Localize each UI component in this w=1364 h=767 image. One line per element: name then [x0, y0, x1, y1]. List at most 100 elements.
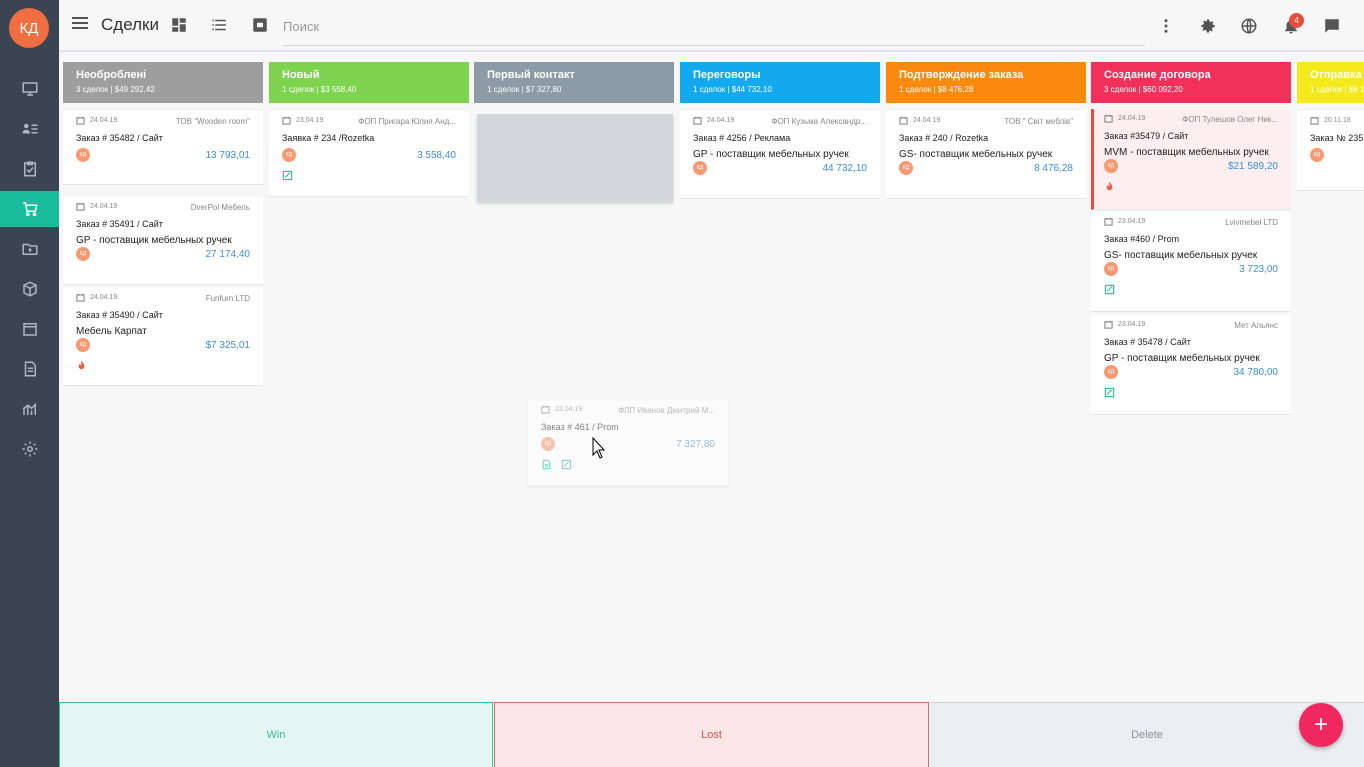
deal-name: Заказ #460 / Prom: [1104, 234, 1180, 244]
deal-date: 24.04.19: [90, 203, 118, 210]
page-title: Сделки: [101, 15, 159, 34]
avatar: КД: [282, 148, 296, 162]
search-bar: [283, 12, 1145, 46]
deal-name: Заказ # 4256 / Реклама: [693, 133, 791, 143]
task-check-icon: [282, 170, 293, 181]
drop-zone-delete[interactable]: Delete: [930, 702, 1364, 767]
column-title: Подтверждение заказа: [899, 69, 1024, 81]
deal-card[interactable]: 24.04.19 ТОВ " Світ меблів" Заказ # 240 …: [886, 111, 1086, 199]
deal-company: ФОП Пригара Юлия Анд...: [358, 117, 456, 126]
column-summary: 1 сделок | $8 476,28: [899, 85, 974, 94]
add-deal-button[interactable]: +: [1299, 703, 1343, 747]
column-title: Переговоры: [693, 69, 761, 81]
deal-date: 23.04.19: [555, 406, 583, 413]
deal-amount: $21 589,20: [1227, 161, 1278, 172]
deal-amount: 3 558,40: [417, 150, 456, 161]
deal-card[interactable]: 23.04.19 Lvivmebel LTD Заказ #460 / Prom…: [1091, 212, 1291, 312]
calendar-icon: [282, 116, 291, 125]
column-title: Отправка: [1310, 69, 1362, 81]
calendar-icon: [1104, 114, 1113, 123]
kanban-view-icon[interactable]: [170, 16, 188, 34]
chart-icon[interactable]: [0, 391, 59, 427]
avatar: КД: [76, 148, 90, 162]
top-bar: Сделки 4: [59, 0, 1364, 52]
column-header-new[interactable]: Новый 1 сделок | $3 558,40: [269, 62, 469, 103]
calendar-icon: [1310, 116, 1319, 125]
archive-icon[interactable]: [251, 16, 269, 34]
deal-card[interactable]: 23.04.19 Мет Альянс Заказ # 35478 / Сайт…: [1091, 315, 1291, 415]
deal-name: Заказ # 35491 / Сайт: [76, 219, 163, 229]
window-icon[interactable]: [0, 311, 59, 347]
deal-company: ТОВ "Wooden room": [175, 117, 250, 126]
column-header-order-confirmation[interactable]: Подтверждение заказа 1 сделок | $8 476,2…: [886, 62, 1086, 103]
deal-card[interactable]: 23.04.19 ФОП Пригара Юлия Анд... Заявка …: [269, 111, 469, 197]
column-title: Необроблені: [76, 69, 147, 81]
deal-amount: 27 174,40: [205, 249, 251, 260]
deal-company: ФЛП Иванов Дмитрий М...: [618, 406, 715, 415]
column-summary: 1 сделок | $7 327,80: [487, 85, 562, 94]
column-summary: 3 сделок | $60 092,20: [1104, 85, 1183, 94]
deal-amount: $7 325,01: [205, 340, 251, 351]
search-input[interactable]: [283, 12, 1145, 40]
deal-company: ФОП Тулешов Олег Ник...: [1182, 115, 1278, 124]
deal-description: GS- поставщик мебельных ручек: [899, 149, 1053, 160]
drop-zone-lost[interactable]: Lost: [494, 702, 929, 767]
document-icon[interactable]: [0, 351, 59, 387]
deal-description: GP - поставщик мебельных ручек: [1104, 353, 1260, 364]
deal-card[interactable]: 24.04.19 ТОВ "Wooden room" Заказ # 35482…: [63, 111, 263, 185]
globe-icon[interactable]: [1239, 16, 1259, 36]
deal-card[interactable]: 20.11.18 Заказ № 235 КД: [1297, 111, 1364, 191]
column-title: Первый контакт: [487, 69, 575, 81]
calendar-icon: [541, 405, 550, 414]
deal-description: GS- поставщик мебельных ручек: [1104, 250, 1258, 261]
deal-name: Заявка # 234 /Rozetka: [282, 133, 375, 143]
deal-card[interactable]: 24.04.19 ФОП Кузьма Александр... Заказ #…: [680, 111, 880, 199]
contacts-icon[interactable]: [0, 111, 59, 147]
deal-name: Заказ #35479 / Сайт: [1104, 131, 1189, 141]
deal-name: Заказ # 35478 / Сайт: [1104, 337, 1191, 347]
cart-icon[interactable]: [0, 191, 59, 227]
column-summary: 1 сделок | $3 558,40: [282, 85, 357, 94]
task-check-icon: [1104, 284, 1115, 295]
deal-card-highlighted[interactable]: 24.04.19 ФОП Тулешов Олег Ник... Заказ #…: [1091, 109, 1291, 210]
menu-icon[interactable]: [72, 17, 88, 31]
more-vert-icon[interactable]: [1156, 16, 1176, 36]
avatar: КД: [541, 437, 555, 451]
user-avatar[interactable]: КД: [9, 8, 49, 48]
drop-zone-win[interactable]: Win: [59, 702, 493, 767]
deal-company: Lvivmebel LTD: [1225, 218, 1278, 227]
deal-date: 23.04.19: [1118, 321, 1146, 328]
deal-description: GP - поставщик мебельных ручек: [76, 235, 232, 246]
dragging-deal-card[interactable]: 23.04.19 ФЛП Иванов Дмитрий М... Заказ #…: [528, 400, 728, 486]
gear-icon[interactable]: [1198, 16, 1218, 36]
chat-icon[interactable]: [1322, 16, 1342, 36]
deal-description: Мебель Карпат: [76, 326, 147, 337]
monitor-icon[interactable]: [0, 71, 59, 107]
deal-amount: 13 793,01: [205, 150, 251, 161]
column-header-negotiations[interactable]: Переговоры 1 сделок | $44 732,10: [680, 62, 880, 103]
list-view-icon[interactable]: [210, 16, 228, 34]
column-summary: 1 сделок | $6 1: [1310, 85, 1364, 94]
clipboard-icon[interactable]: [0, 151, 59, 187]
sidebar: КД: [0, 0, 59, 767]
avatar: КД: [1310, 148, 1324, 162]
deal-amount: 34 780,00: [1233, 367, 1279, 378]
avatar: КД: [1104, 262, 1118, 276]
settings-icon[interactable]: [0, 431, 59, 467]
column-header-contract[interactable]: Создание договора 3 сделок | $60 092,20: [1091, 62, 1291, 103]
calendar-icon: [76, 293, 85, 302]
drag-cursor-icon: [592, 437, 606, 459]
deal-company: Мет Альянс: [1234, 321, 1278, 330]
avatar: КД: [693, 161, 707, 175]
folder-money-icon[interactable]: [0, 231, 59, 267]
column-header-shipping[interactable]: Отправка 1 сделок | $6 1: [1297, 62, 1364, 103]
column-header-first-contact[interactable]: Первый контакт 1 сделок | $7 327,80: [474, 62, 674, 103]
avatar: КД: [1104, 159, 1118, 173]
deal-card[interactable]: 24.04.19 Funfurn LTD Заказ # 35490 / Сай…: [63, 288, 263, 386]
deal-amount: 3 723,00: [1239, 264, 1278, 275]
box-icon[interactable]: [0, 271, 59, 307]
deal-date: 23.04.19: [296, 117, 324, 124]
calendar-icon: [693, 116, 702, 125]
deal-card[interactable]: 24.04.19 DverPol Мебель Заказ # 35491 / …: [63, 197, 263, 285]
column-header-unprocessed[interactable]: Необроблені 3 сделок | $49 292,42: [63, 62, 263, 103]
